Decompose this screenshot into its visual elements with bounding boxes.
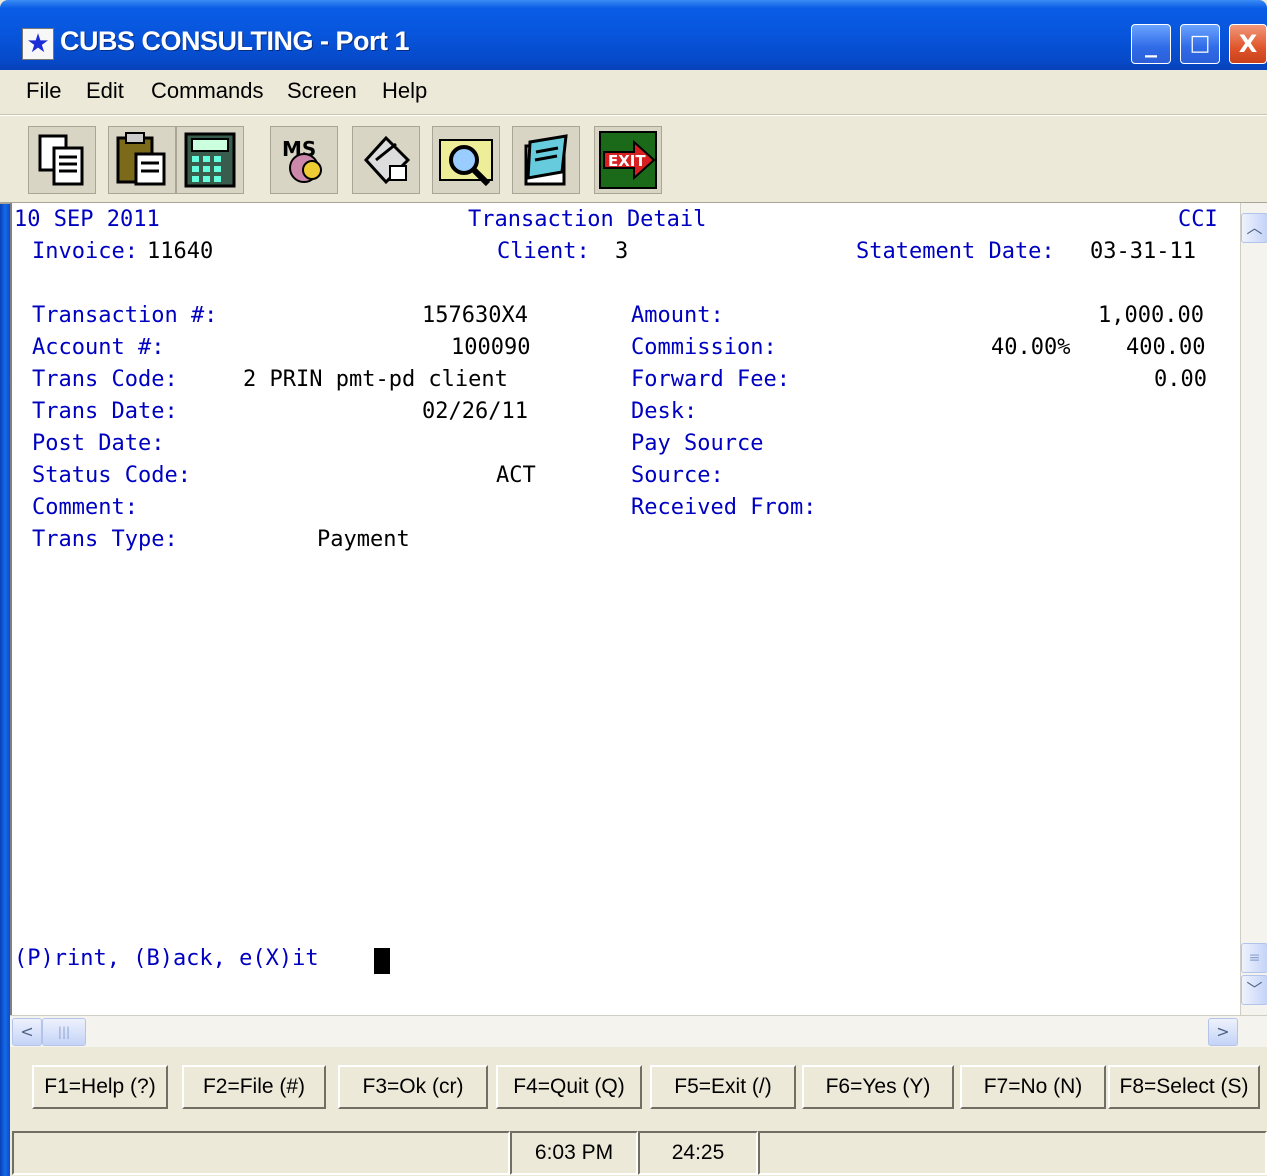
svg-text:EXIT: EXIT [608,152,646,170]
copy-icon[interactable] [28,126,96,194]
f8-select-button[interactable]: F8=Select (S) [1108,1065,1260,1109]
field-label: Forward Fee: [631,367,790,392]
title-bar[interactable]: ★ CUBS CONSULTING - Port 1 _ □ X [0,0,1267,70]
field-value: 2 PRIN pmt-pd client [243,367,508,392]
client-label: Client: [497,239,590,264]
statement-date-label: Statement Date: [856,239,1055,264]
scroll-down-icon[interactable]: ﹀ [1241,975,1267,1005]
menu-edit[interactable]: Edit [86,78,124,104]
menu-commands[interactable]: Commands [151,78,263,104]
window-frame-left [0,70,10,1176]
f6-yes-button[interactable]: F6=Yes (Y) [802,1065,954,1109]
field-label: Transaction #: [32,303,218,328]
client-value: 3 [615,239,629,264]
field-label: Amount: [631,303,724,328]
field-label: Trans Code: [32,367,178,392]
vertical-scrollbar[interactable]: ︿ ≡ ﹀ [1240,203,1267,1015]
toolbar: MS EXIT [0,115,1267,204]
f1-help-button[interactable]: F1=Help (?) [32,1065,168,1109]
commission-rate: 40.00% [991,335,1071,360]
scroll-up-icon[interactable]: ︿ [1241,213,1267,243]
f4-quit-button[interactable]: F4=Quit (Q) [496,1065,642,1109]
status-panel-message [12,1131,510,1175]
field-label: Desk: [631,399,698,424]
field-label: Post Date: [32,431,165,456]
field-label: Pay Source [631,431,764,456]
terminal-screen[interactable]: 10 SEP 2011 Transaction Detail CCI Invoi… [10,203,1240,1015]
status-time: 6:03 PM [510,1131,638,1175]
field-value: 100090 [451,335,531,360]
field-label: Account #: [32,335,165,360]
field-value: 400.00 [1126,335,1206,360]
horizontal-scroll-thumb[interactable]: ||| [42,1018,86,1046]
field-label: Commission: [631,335,777,360]
status-bar: 6:03 PM 24:25 [10,1127,1267,1176]
close-button[interactable]: X [1229,24,1267,64]
field-label: Received From: [631,495,817,520]
screen-date: 10 SEP 2011 [14,207,160,232]
statement-date-value: 03-31-11 [1090,239,1196,264]
notepad-icon[interactable] [512,126,580,194]
field-value: 1,000.00 [1098,303,1204,328]
screen-heading: Transaction Detail [468,207,707,232]
menu-bar: File Edit Commands Screen Help [0,70,1267,115]
printer-icon[interactable] [352,126,420,194]
f7-no-button[interactable]: F7=No (N) [960,1065,1106,1109]
field-value: Payment [317,527,410,552]
exit-icon[interactable]: EXIT [594,126,662,194]
text-cursor[interactable] [374,948,390,974]
calculator-icon[interactable] [176,126,244,194]
command-prompt: (P)rint, (B)ack, e(X)it [14,946,319,971]
paste-icon[interactable] [108,126,176,194]
status-cursor-position: 24:25 [638,1131,758,1175]
field-value: ACT [496,463,536,488]
field-label: Comment: [32,495,138,520]
f2-file-button[interactable]: F2=File (#) [182,1065,326,1109]
window-title: CUBS CONSULTING - Port 1 [60,26,410,56]
maximize-button[interactable]: □ [1180,24,1220,64]
field-value: 02/26/11 [422,399,528,424]
field-value: 157630X4 [422,303,528,328]
function-key-bar: F1=Help (?) F2=File (#) F3=Ok (cr) F4=Qu… [10,1047,1267,1127]
company-code: CCI [1178,207,1218,232]
field-label: Trans Date: [32,399,178,424]
app-star-icon: ★ [22,28,54,60]
menu-screen[interactable]: Screen [287,78,357,104]
find-icon[interactable] [432,126,500,194]
field-value: 0.00 [1154,367,1207,392]
msdos-icon[interactable]: MS [270,126,338,194]
scroll-right-icon[interactable]: > [1208,1018,1238,1046]
scroll-thumb[interactable]: ≡ [1241,943,1267,973]
menu-help[interactable]: Help [382,78,427,104]
scroll-left-icon[interactable]: < [12,1018,42,1046]
f5-exit-button[interactable]: F5=Exit (/) [650,1065,796,1109]
status-panel-extra [758,1131,1267,1175]
field-label: Status Code: [32,463,191,488]
f3-ok-button[interactable]: F3=Ok (cr) [338,1065,488,1109]
menu-file[interactable]: File [26,78,61,104]
horizontal-scrollbar[interactable]: < ||| > [10,1015,1267,1048]
field-label: Source: [631,463,724,488]
field-label: Trans Type: [32,527,178,552]
invoice-label: Invoice: [32,239,138,264]
minimize-button[interactable]: _ [1131,24,1171,64]
invoice-value: 11640 [147,239,214,264]
